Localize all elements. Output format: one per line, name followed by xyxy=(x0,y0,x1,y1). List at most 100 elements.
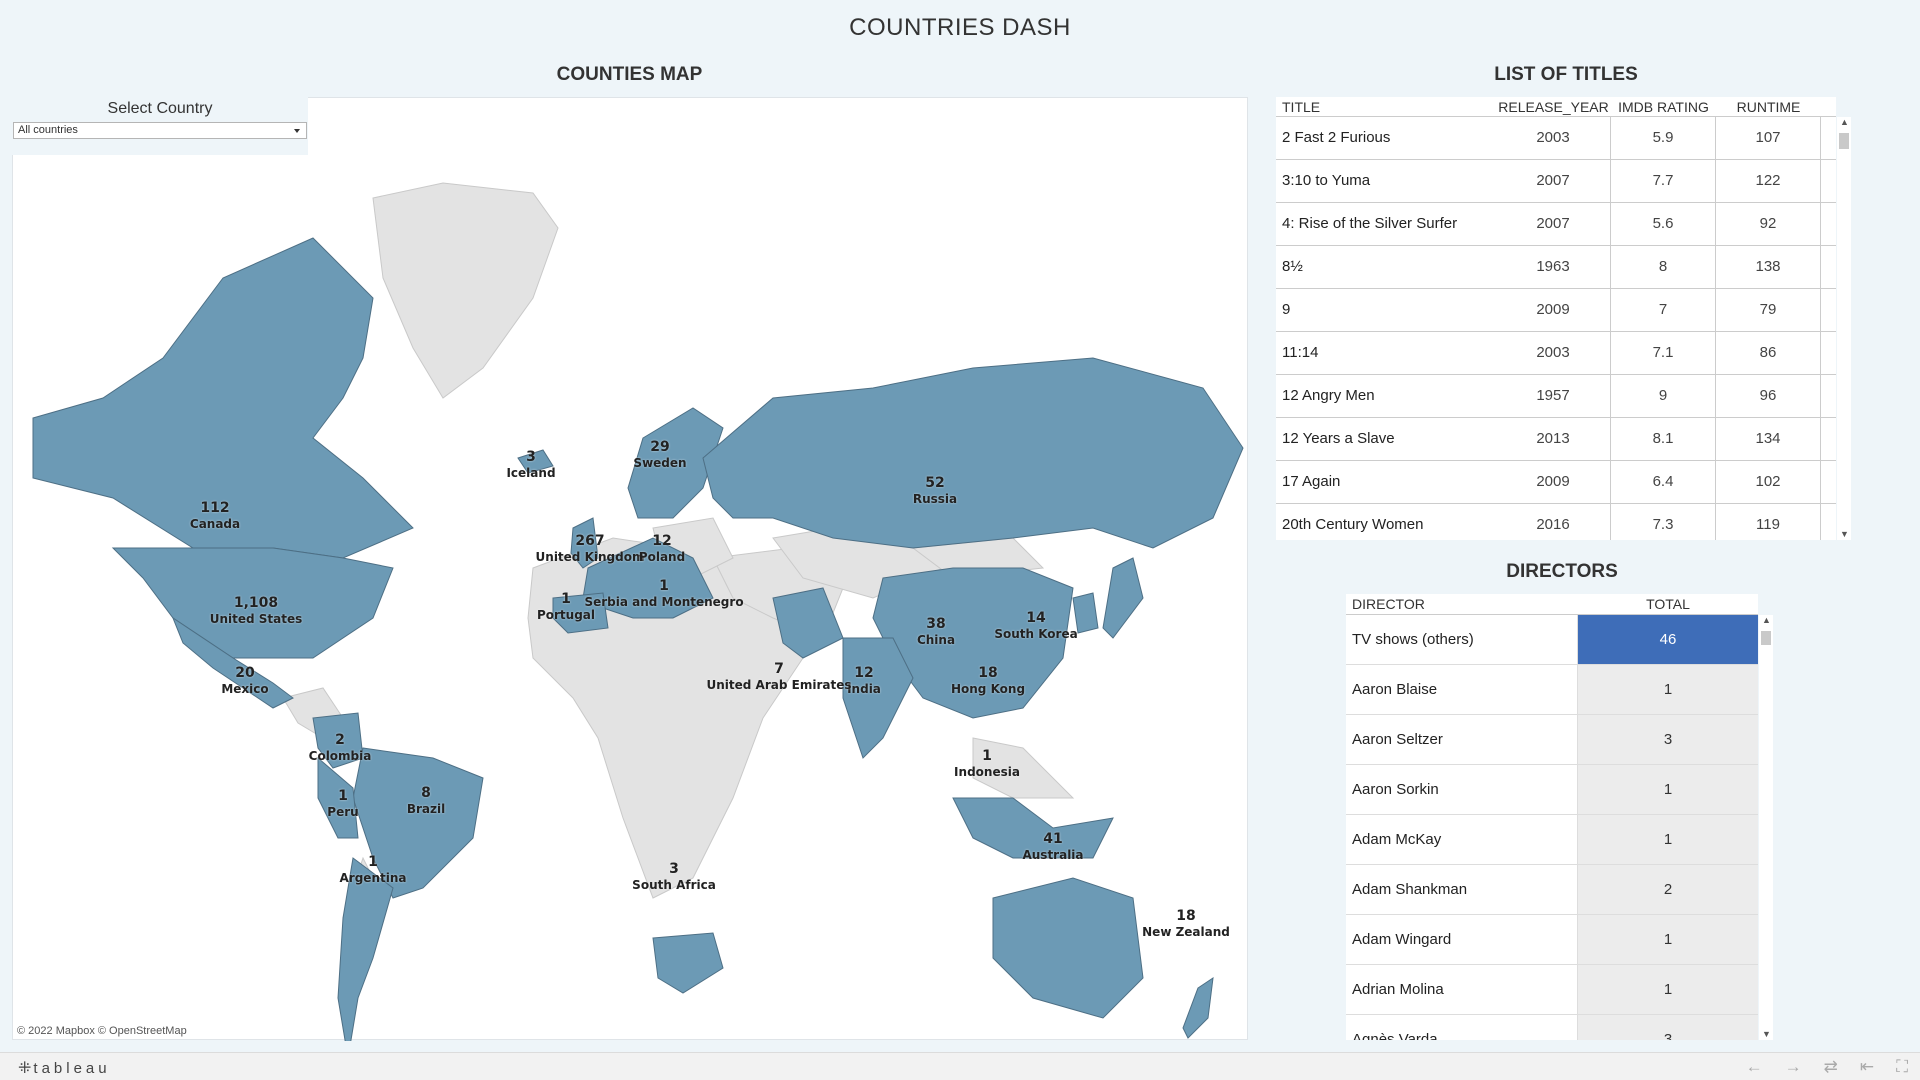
table-row[interactable]: 4: Rise of the Silver Surfer 2007 5.6 92 xyxy=(1276,203,1836,246)
runtime-cell[interactable]: 86 xyxy=(1716,332,1821,374)
director-total-cell[interactable]: 1 xyxy=(1578,665,1758,714)
year-cell[interactable]: 2009 xyxy=(1496,289,1611,331)
runtime-cell[interactable]: 138 xyxy=(1716,246,1821,288)
table-row[interactable]: 11:14 2003 7.1 86 xyxy=(1276,332,1836,375)
runtime-cell[interactable]: 79 xyxy=(1716,289,1821,331)
director-total-cell[interactable]: 46 xyxy=(1578,615,1758,664)
table-row[interactable]: 8½ 1963 8 138 xyxy=(1276,246,1836,289)
col-imdb-rating[interactable]: IMDB RATING xyxy=(1611,97,1716,116)
year-cell[interactable]: 1957 xyxy=(1496,375,1611,417)
col-release-year[interactable]: RELEASE_YEAR xyxy=(1496,97,1611,116)
runtime-cell[interactable]: 92 xyxy=(1716,203,1821,245)
table-row[interactable]: Aaron Blaise 1 xyxy=(1346,665,1758,715)
director-name-cell[interactable]: Aaron Sorkin xyxy=(1346,765,1578,814)
title-cell[interactable]: 9 xyxy=(1276,289,1496,331)
rating-cell[interactable]: 7.3 xyxy=(1611,504,1716,540)
director-total-cell[interactable]: 1 xyxy=(1578,965,1758,1014)
title-cell[interactable]: 11:14 xyxy=(1276,332,1496,374)
rating-cell[interactable]: 8.1 xyxy=(1611,418,1716,460)
table-row[interactable]: 2 Fast 2 Furious 2003 5.9 107 xyxy=(1276,117,1836,160)
reset-icon[interactable]: ⇤ xyxy=(1860,1057,1874,1077)
rating-cell[interactable]: 8 xyxy=(1611,246,1716,288)
table-row[interactable]: 3:10 to Yuma 2007 7.7 122 xyxy=(1276,160,1836,203)
table-row[interactable]: Agnès Varda 3 xyxy=(1346,1015,1758,1040)
title-cell[interactable]: 3:10 to Yuma xyxy=(1276,160,1496,202)
year-cell[interactable]: 2003 xyxy=(1496,332,1611,374)
rating-cell[interactable]: 7 xyxy=(1611,289,1716,331)
title-cell[interactable]: 4: Rise of the Silver Surfer xyxy=(1276,203,1496,245)
map-shapes[interactable] xyxy=(13,98,1249,1041)
title-cell[interactable]: 17 Again xyxy=(1276,461,1496,503)
director-total-cell[interactable]: 1 xyxy=(1578,915,1758,964)
table-row[interactable]: Adam Wingard 1 xyxy=(1346,915,1758,965)
table-row[interactable]: TV shows (others) 46 xyxy=(1346,615,1758,665)
year-cell[interactable]: 2007 xyxy=(1496,203,1611,245)
title-cell[interactable]: 8½ xyxy=(1276,246,1496,288)
title-cell[interactable]: 12 Years a Slave xyxy=(1276,418,1496,460)
runtime-cell[interactable]: 122 xyxy=(1716,160,1821,202)
director-name-cell[interactable]: Adrian Molina xyxy=(1346,965,1578,1014)
director-name-cell[interactable]: Aaron Blaise xyxy=(1346,665,1578,714)
scroll-up-icon[interactable]: ▲ xyxy=(1762,616,1771,625)
revert-icon[interactable]: ⇄ xyxy=(1824,1057,1838,1077)
undo-icon[interactable]: ← xyxy=(1746,1057,1763,1077)
scroll-thumb[interactable] xyxy=(1761,631,1771,645)
table-row[interactable]: Aaron Sorkin 1 xyxy=(1346,765,1758,815)
year-cell[interactable]: 2016 xyxy=(1496,504,1611,540)
runtime-cell[interactable]: 102 xyxy=(1716,461,1821,503)
year-cell[interactable]: 2003 xyxy=(1496,117,1611,159)
runtime-cell[interactable]: 107 xyxy=(1716,117,1821,159)
table-row[interactable]: 20th Century Women 2016 7.3 119 xyxy=(1276,504,1836,540)
year-cell[interactable]: 1963 xyxy=(1496,246,1611,288)
map-attribution[interactable]: © 2022 Mapbox © OpenStreetMap xyxy=(17,1025,187,1037)
table-row[interactable]: Adam Shankman 2 xyxy=(1346,865,1758,915)
table-row[interactable]: Adam McKay 1 xyxy=(1346,815,1758,865)
runtime-cell[interactable]: 134 xyxy=(1716,418,1821,460)
scroll-down-icon[interactable]: ▼ xyxy=(1840,530,1849,539)
rating-cell[interactable]: 7.1 xyxy=(1611,332,1716,374)
titles-scrollbar[interactable]: ▲ ▼ xyxy=(1837,117,1851,540)
runtime-cell[interactable]: 119 xyxy=(1716,504,1821,540)
director-total-cell[interactable]: 3 xyxy=(1578,715,1758,764)
col-director[interactable]: DIRECTOR xyxy=(1346,594,1578,614)
scroll-down-icon[interactable]: ▼ xyxy=(1762,1030,1771,1039)
table-row[interactable]: Adrian Molina 1 xyxy=(1346,965,1758,1015)
world-map[interactable]: 112 Canada 1,108 United States 20 Mexico 2C… xyxy=(12,97,1249,1041)
table-row[interactable]: 17 Again 2009 6.4 102 xyxy=(1276,461,1836,504)
col-runtime[interactable]: RUNTIME xyxy=(1716,97,1821,116)
rating-cell[interactable]: 9 xyxy=(1611,375,1716,417)
col-title[interactable]: TITLE xyxy=(1276,97,1496,116)
title-cell[interactable]: 2 Fast 2 Furious xyxy=(1276,117,1496,159)
year-cell[interactable]: 2007 xyxy=(1496,160,1611,202)
scroll-up-icon[interactable]: ▲ xyxy=(1840,118,1849,127)
director-name-cell[interactable]: TV shows (others) xyxy=(1346,615,1578,664)
director-total-cell[interactable]: 2 xyxy=(1578,865,1758,914)
director-name-cell[interactable]: Adam Wingard xyxy=(1346,915,1578,964)
title-cell[interactable]: 12 Angry Men xyxy=(1276,375,1496,417)
table-row[interactable]: 9 2009 7 79 xyxy=(1276,289,1836,332)
fullscreen-icon[interactable]: ⛶ xyxy=(1896,1057,1908,1077)
year-cell[interactable]: 2013 xyxy=(1496,418,1611,460)
director-name-cell[interactable]: Aaron Seltzer xyxy=(1346,715,1578,764)
director-name-cell[interactable]: Adam McKay xyxy=(1346,815,1578,864)
table-row[interactable]: 12 Angry Men 1957 9 96 xyxy=(1276,375,1836,418)
title-cell[interactable]: 20th Century Women xyxy=(1276,504,1496,540)
rating-cell[interactable]: 5.6 xyxy=(1611,203,1716,245)
director-total-cell[interactable]: 1 xyxy=(1578,765,1758,814)
director-total-cell[interactable]: 3 xyxy=(1578,1015,1758,1040)
rating-cell[interactable]: 5.9 xyxy=(1611,117,1716,159)
director-name-cell[interactable]: Agnès Varda xyxy=(1346,1015,1578,1040)
director-total-cell[interactable]: 1 xyxy=(1578,815,1758,864)
scroll-thumb[interactable] xyxy=(1839,133,1849,149)
col-total[interactable]: TOTAL xyxy=(1578,594,1758,614)
director-name-cell[interactable]: Adam Shankman xyxy=(1346,865,1578,914)
country-select[interactable]: All countries xyxy=(13,122,307,139)
table-row[interactable]: 12 Years a Slave 2013 8.1 134 xyxy=(1276,418,1836,461)
rating-cell[interactable]: 7.7 xyxy=(1611,160,1716,202)
rating-cell[interactable]: 6.4 xyxy=(1611,461,1716,503)
runtime-cell[interactable]: 96 xyxy=(1716,375,1821,417)
year-cell[interactable]: 2009 xyxy=(1496,461,1611,503)
tableau-logo[interactable]: ⁜ tableau xyxy=(18,1058,111,1078)
table-row[interactable]: Aaron Seltzer 3 xyxy=(1346,715,1758,765)
directors-scrollbar[interactable]: ▲ ▼ xyxy=(1759,615,1773,1040)
